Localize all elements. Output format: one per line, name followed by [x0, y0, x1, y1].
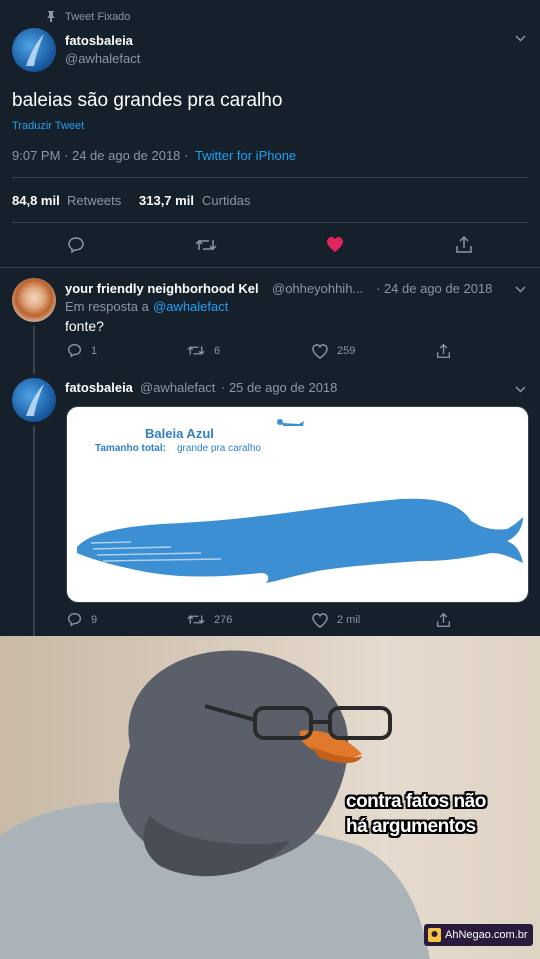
logo-icon: [428, 928, 441, 945]
reply-date[interactable]: · 25 de ago de 2018: [221, 380, 337, 395]
twitter-screenshot: Tweet Fixado fatosbaleia @awhalefact bal…: [0, 0, 540, 636]
author-handle[interactable]: @awhalefact: [65, 51, 140, 66]
share-icon[interactable]: [455, 235, 473, 259]
reply-to-label: Em resposta a: [65, 299, 149, 314]
pin-icon: [47, 11, 55, 25]
tweet-text: baleias são grandes pra caralho: [12, 90, 283, 111]
retweet-icon[interactable]: [195, 236, 217, 259]
tweet-source[interactable]: Twitter for iPhone: [195, 148, 296, 163]
chevron-down-icon[interactable]: [515, 380, 526, 398]
translate-link[interactable]: Traduzir Tweet: [12, 120, 84, 132]
card-size-label: Tamanho total:: [95, 443, 166, 454]
retweets-label[interactable]: Retweets: [67, 193, 121, 208]
reply-date[interactable]: · 24 de ago de 2018: [376, 281, 492, 296]
chevron-down-icon[interactable]: [515, 280, 526, 298]
heart-outline-icon[interactable]: [312, 613, 328, 633]
share-icon[interactable]: [436, 343, 451, 364]
reply-author-handle[interactable]: @ohheyohhih...: [272, 281, 363, 296]
retweet-icon[interactable]: [187, 343, 205, 363]
watermark-text: AhNegao.com.br: [445, 929, 528, 941]
likes-count[interactable]: 313,7 mil: [139, 193, 194, 208]
reply-count: 1: [91, 345, 98, 357]
chevron-down-icon[interactable]: [515, 33, 526, 45]
thread-line: [33, 326, 35, 374]
reply-icon[interactable]: [67, 236, 85, 259]
reply-icon[interactable]: [67, 612, 82, 632]
meme-caption-line2: há argumentos: [346, 816, 476, 837]
likes-label[interactable]: Curtidas: [202, 193, 250, 208]
divider: [12, 177, 528, 178]
reply-count: 9: [91, 614, 98, 626]
reply-author-name[interactable]: your friendly neighborhood Kel: [65, 281, 259, 296]
retweets-count[interactable]: 84,8 mil: [12, 193, 60, 208]
pinned-label: Tweet Fixado: [65, 11, 131, 23]
thread-line: [33, 426, 35, 636]
card-title: Baleia Azul: [145, 426, 214, 441]
retweet-count: 276: [214, 614, 233, 626]
card-size-value: grande pra caralho: [177, 443, 261, 454]
reply-author-name[interactable]: fatosbaleia: [65, 380, 133, 395]
diver-icon: [275, 417, 305, 436]
retweet-icon[interactable]: [187, 612, 205, 632]
retweet-count: 6: [214, 345, 221, 357]
avatar[interactable]: [12, 378, 56, 422]
like-count: 259: [337, 345, 356, 357]
divider: [0, 267, 540, 268]
watermark-badge: AhNegao.com.br: [424, 924, 533, 946]
share-icon[interactable]: [436, 612, 451, 633]
reply-author-handle[interactable]: @awhalefact: [140, 380, 215, 395]
reply-to-handle[interactable]: @awhalefact: [153, 299, 228, 314]
meme-caption-line1: contra fatos não: [346, 791, 486, 812]
avatar[interactable]: [12, 278, 56, 322]
tweet-timestamp[interactable]: 9:07 PM · 24 de ago de 2018 ·: [12, 148, 188, 163]
attached-image[interactable]: Baleia Azul Tamanho total: grande pra ca…: [66, 406, 529, 603]
heart-icon[interactable]: [326, 236, 344, 258]
heart-outline-icon[interactable]: [312, 344, 328, 364]
whale-icon: [71, 487, 526, 592]
author-name[interactable]: fatosbaleia: [65, 33, 133, 48]
reply-text: fonte?: [65, 318, 104, 334]
meme-image: contra fatos não há argumentos: [0, 636, 540, 959]
card-size-label-text: Tamanho total:: [95, 443, 166, 454]
like-count: 2 mil: [337, 614, 361, 626]
reply-icon[interactable]: [67, 343, 82, 363]
avatar[interactable]: [12, 28, 56, 72]
divider: [12, 222, 528, 223]
